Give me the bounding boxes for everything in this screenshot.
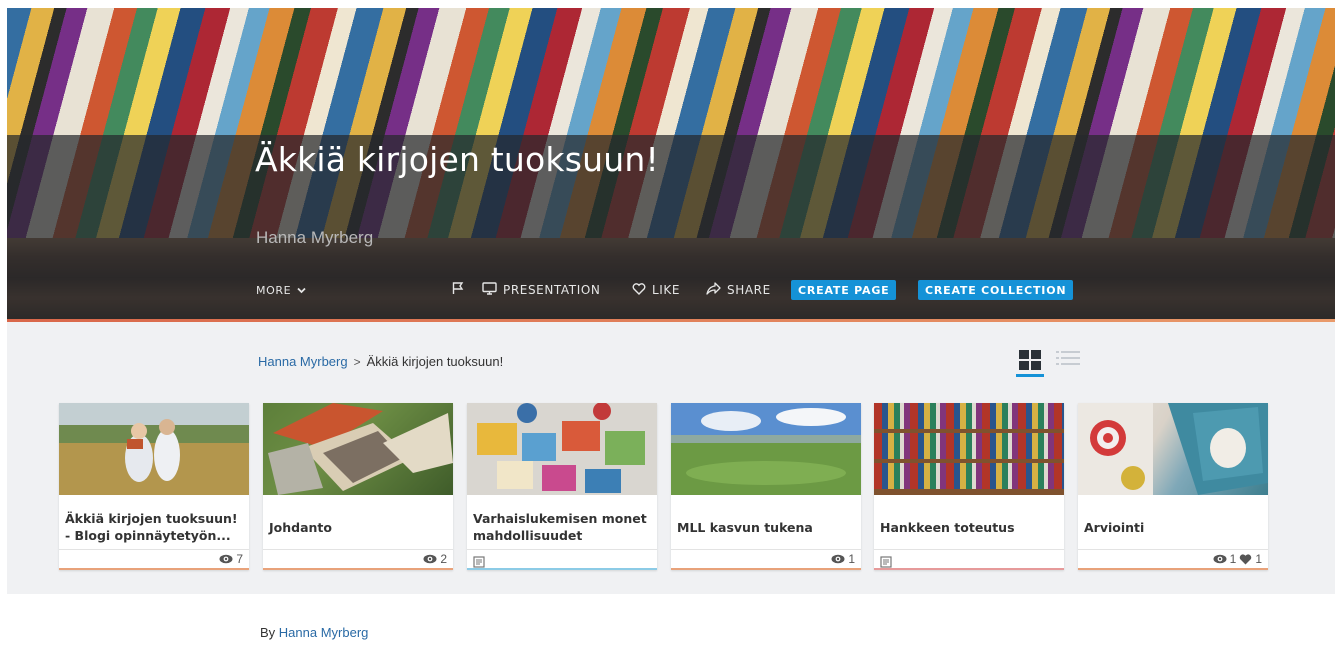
flag-icon [452, 282, 464, 298]
eye-icon [1213, 554, 1227, 564]
monitor-icon [482, 282, 497, 298]
card-accent-bar [467, 568, 657, 570]
like-label: LIKE [652, 283, 681, 297]
like-count: 1 [1255, 552, 1262, 566]
share-label: SHARE [727, 283, 771, 297]
card-thumbnail [1078, 403, 1268, 495]
card-thumbnail [467, 403, 657, 495]
eye-icon [423, 554, 437, 564]
card-footer: 1 1 [1078, 549, 1268, 568]
view-toggle [1014, 348, 1084, 378]
card-title: Varhaislukemisen monet mahdollisuudet [473, 511, 647, 543]
page-card[interactable]: Johdanto 2 [263, 403, 453, 570]
list-view-button[interactable] [1056, 350, 1080, 374]
active-view-indicator [1016, 374, 1044, 377]
author-link[interactable]: Hanna Myrberg [279, 625, 369, 640]
card-title: Arviointi [1084, 519, 1145, 535]
list-icon [1056, 351, 1080, 365]
share-button[interactable]: SHARE [706, 280, 771, 300]
toolbar: MORE PRESENTATION LIKE SHARE CREATE PAGE… [256, 280, 1316, 300]
card-footer [874, 549, 1064, 568]
presentation-button[interactable]: PRESENTATION [482, 280, 601, 300]
card-thumbnail [59, 403, 249, 495]
card-footer [467, 549, 657, 568]
card-title: Johdanto [269, 519, 332, 535]
heart-icon [632, 282, 646, 298]
card-footer: 1 [671, 549, 861, 568]
card-stats: 1 1 [1213, 552, 1262, 566]
card-accent-bar [59, 568, 249, 570]
card-thumbnail [263, 403, 453, 495]
page-owner[interactable]: Hanna Myrberg [256, 228, 373, 248]
page-title: Äkkiä kirjojen tuoksuun! [255, 140, 659, 179]
view-count: 1 [1229, 552, 1237, 566]
breadcrumb-root-link[interactable]: Hanna Myrberg [258, 354, 348, 369]
eye-icon [831, 554, 845, 564]
card-accent-bar [671, 568, 861, 570]
card-accent-bar [1078, 568, 1268, 570]
more-menu-button[interactable]: MORE [256, 280, 306, 300]
page-card[interactable]: Hankkeen toteutus [874, 403, 1064, 570]
breadcrumb-current: Äkkiä kirjojen tuoksuun! [366, 354, 504, 369]
author-line: By Hanna Myrberg [260, 625, 368, 640]
breadcrumb-separator: > [353, 354, 361, 369]
share-icon [706, 282, 721, 298]
presentation-label: PRESENTATION [503, 283, 601, 297]
card-footer: 2 [263, 549, 453, 568]
card-accent-bar [874, 568, 1064, 570]
page-card[interactable]: MLL kasvun tukena 1 [671, 403, 861, 570]
card-footer: 7 [59, 549, 249, 568]
view-count: 7 [219, 552, 243, 566]
grid-view-button[interactable] [1014, 348, 1046, 378]
card-title: MLL kasvun tukena [677, 519, 813, 535]
grid-icon [1019, 350, 1041, 370]
create-page-button[interactable]: CREATE PAGE [791, 280, 897, 300]
card-thumbnail [874, 403, 1064, 495]
create-collection-button[interactable]: CREATE COLLECTION [918, 280, 1074, 300]
by-label: By [260, 625, 276, 640]
like-button[interactable]: LIKE [632, 280, 680, 300]
view-count: 2 [423, 552, 447, 566]
hero-banner [7, 8, 1335, 320]
card-accent-bar [263, 568, 453, 570]
page-card[interactable]: Arviointi 1 1 [1078, 403, 1268, 570]
page-card[interactable]: Äkkiä kirjojen tuoksuun! - Blogi opinnäy… [59, 403, 249, 570]
card-title: Äkkiä kirjojen tuoksuun! - Blogi opinnäy… [65, 511, 238, 543]
eye-icon [219, 554, 233, 564]
card-thumbnail [671, 403, 861, 495]
chevron-down-icon [297, 284, 306, 297]
view-count: 1 [831, 552, 855, 566]
more-label: MORE [256, 283, 292, 297]
page-card[interactable]: Varhaislukemisen monet mahdollisuudet [467, 403, 657, 570]
breadcrumb: Hanna Myrberg > Äkkiä kirjojen tuoksuun! [258, 354, 503, 369]
report-button[interactable] [452, 280, 464, 300]
card-title: Hankkeen toteutus [880, 519, 1015, 535]
heart-icon [1240, 553, 1252, 564]
